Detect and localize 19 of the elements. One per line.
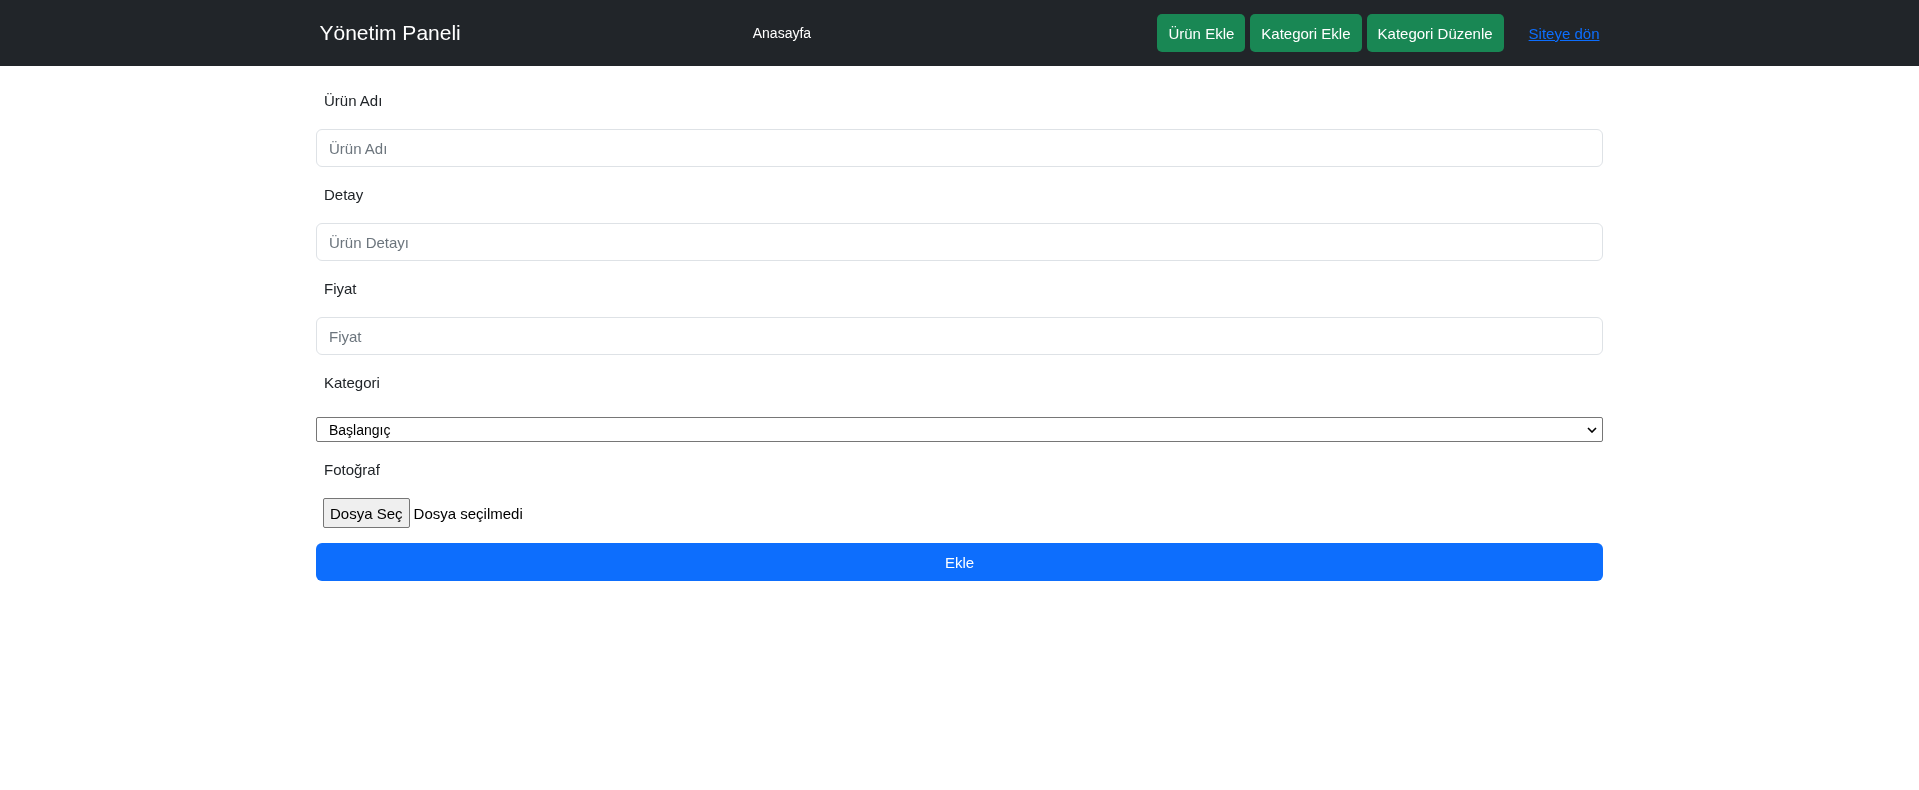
file-status-text: Dosya seçilmedi [413,504,523,522]
nav-button[interactable]: Kategori Ekle [1250,14,1362,52]
nav-button[interactable]: Kategori Düzenle [1366,14,1504,52]
text-input-field[interactable]: Ürün Adı [316,129,1603,167]
brand-title[interactable]: Yönetim Paneli [319,21,461,45]
field-label: Fotoğraf [323,460,381,480]
field-label: Ürün Adı [323,91,384,111]
choose-file-button[interactable]: Dosya Seç [323,498,410,528]
field-label: Kategori [323,373,381,393]
submit-button[interactable]: Ekle [316,543,1603,581]
home-link[interactable]: Anasayfa [752,25,812,41]
field-label: Fiyat [323,279,358,299]
category-select[interactable]: Başlangıç [316,417,1603,442]
back-to-site-link[interactable]: Siteye dön [1520,24,1608,42]
chevron-down-icon [1587,426,1597,433]
field-label: Detay [323,185,365,205]
text-input-field[interactable]: Fiyat [316,317,1603,355]
nav-button[interactable]: Ürün Ekle [1157,14,1246,52]
text-input-field[interactable]: Ürün Detayı [316,223,1603,261]
